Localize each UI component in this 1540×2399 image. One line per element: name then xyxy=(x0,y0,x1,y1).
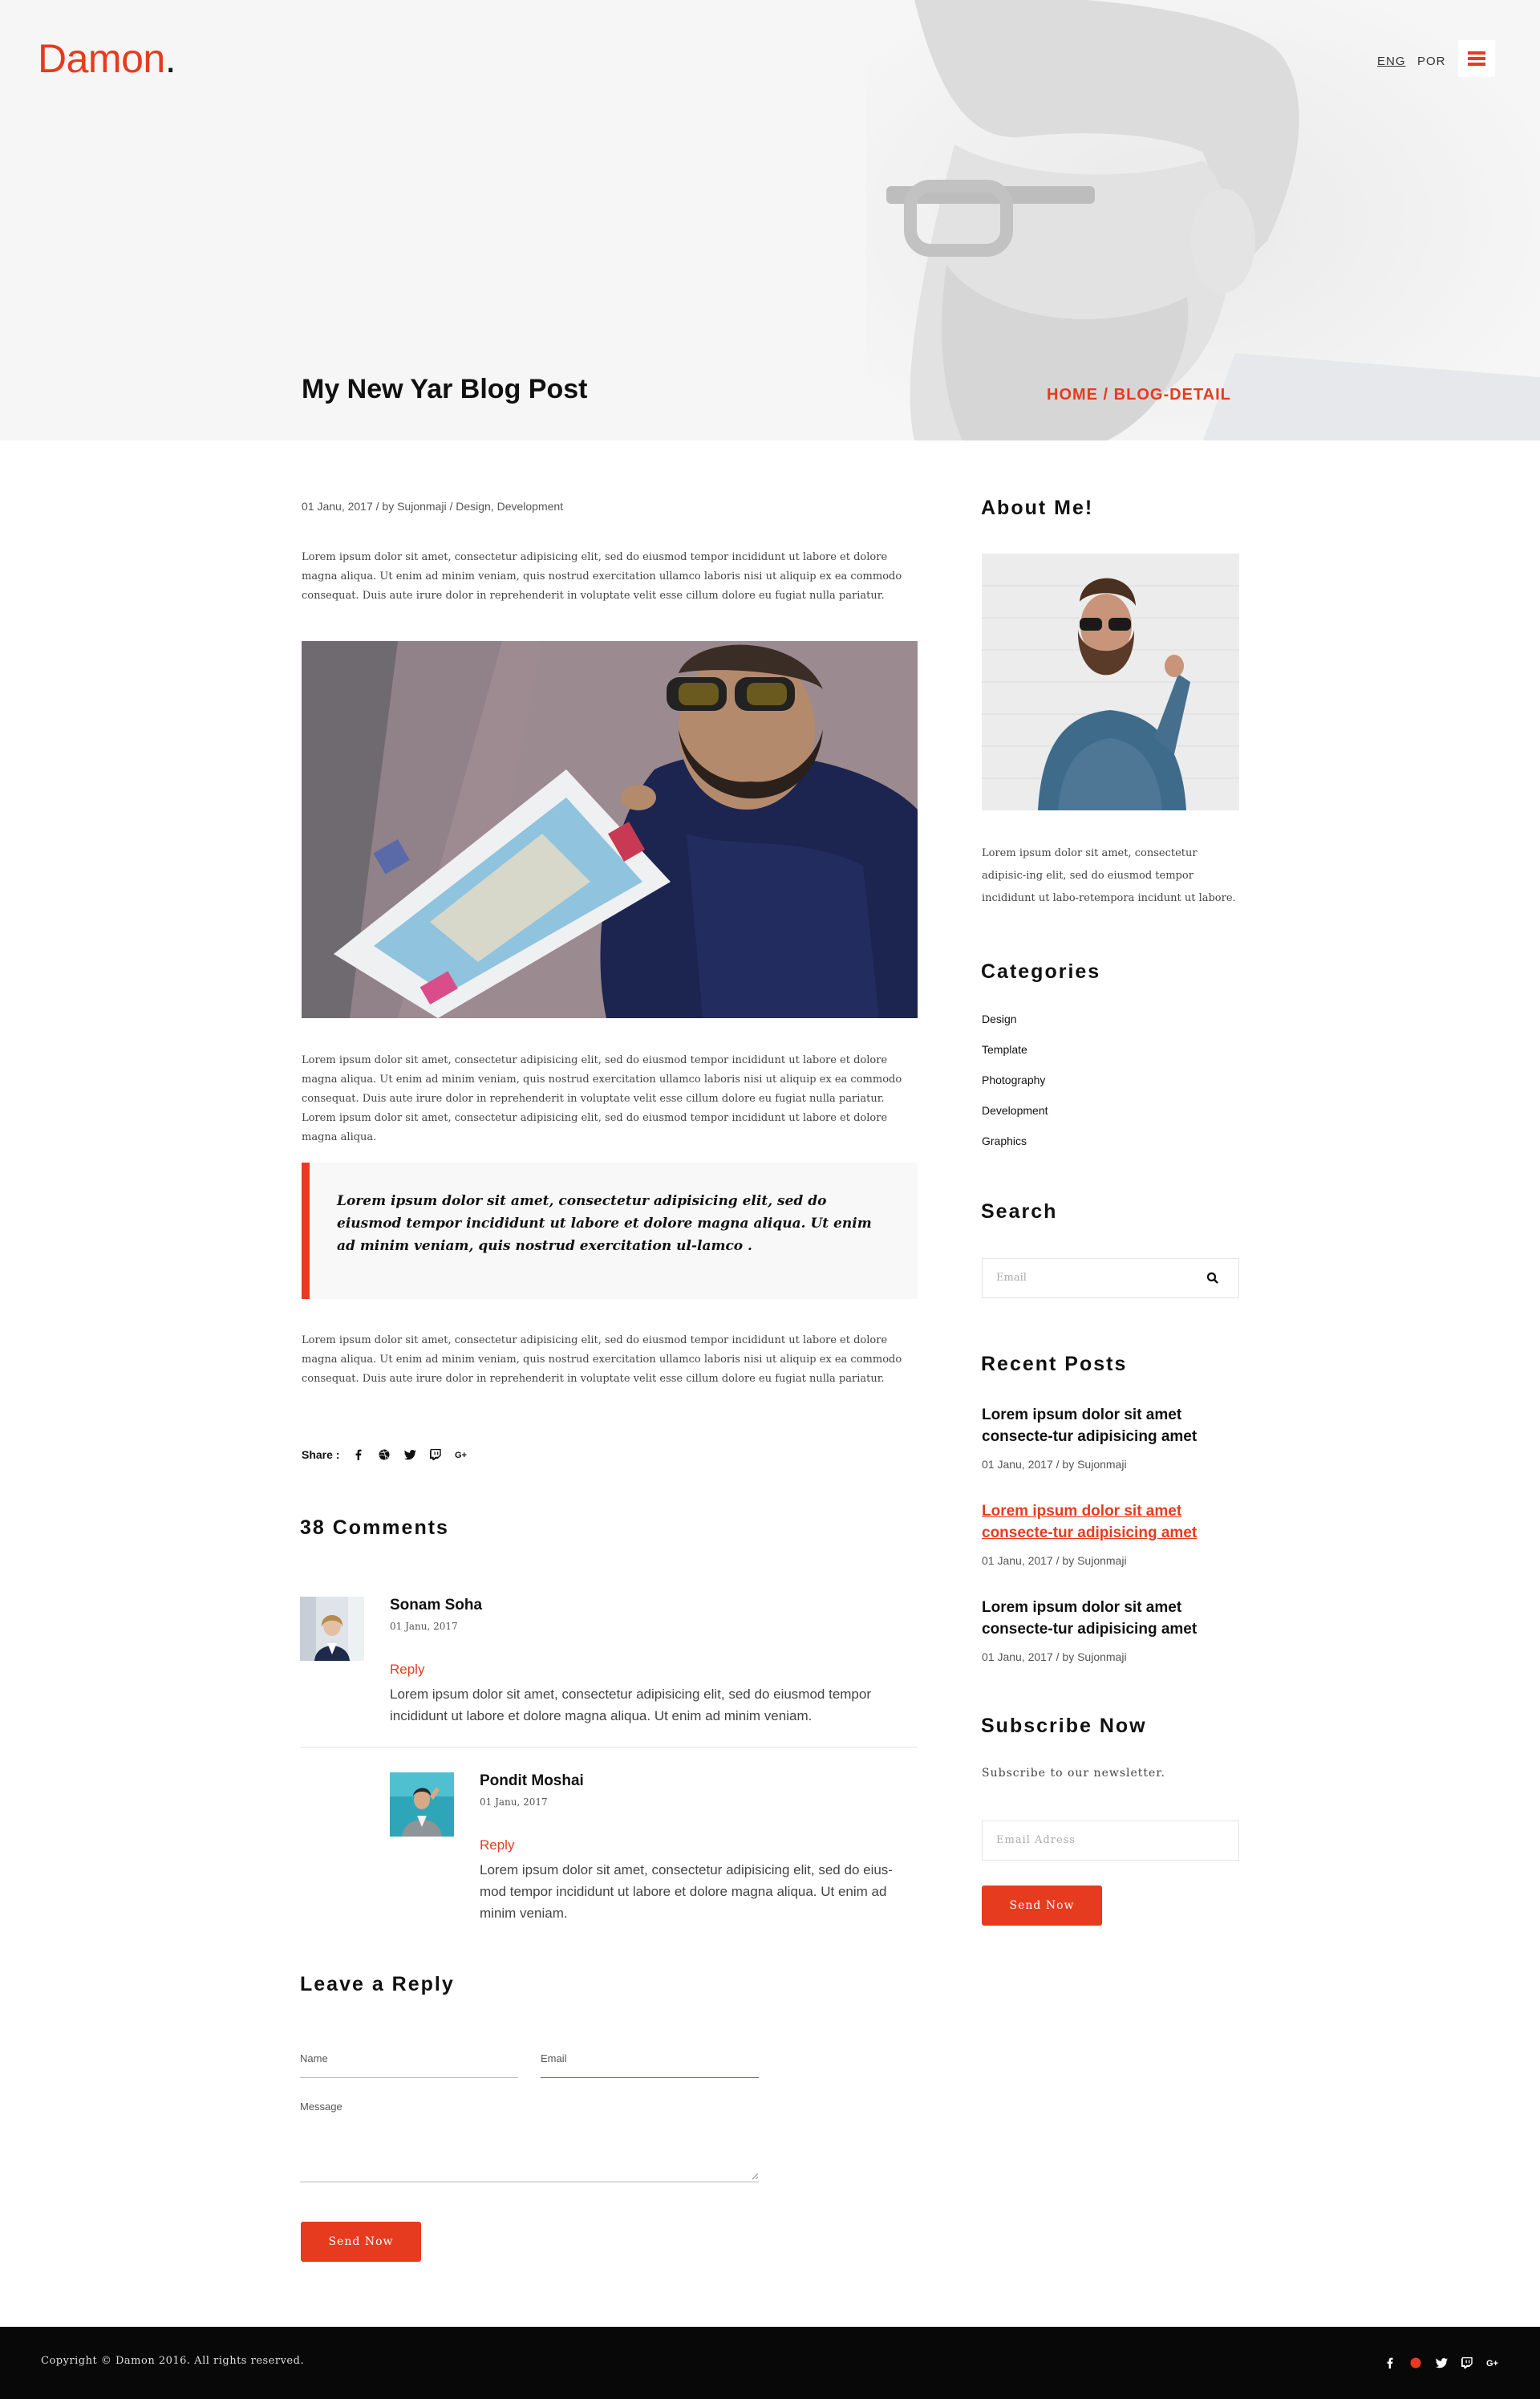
recent-post-meta: 01 Janu, 2017 / by Sujonmaji xyxy=(982,1458,1127,1471)
reply-link[interactable]: Reply xyxy=(390,1662,424,1678)
hamburger-menu-icon[interactable] xyxy=(1458,40,1495,77)
category-link[interactable]: Photography xyxy=(982,1074,1045,1086)
name-field[interactable] xyxy=(300,2077,518,2078)
email-field-label: Email xyxy=(541,2052,567,2064)
subscribe-text: Subscribe to our newsletter. xyxy=(982,1767,1165,1780)
name-field-label: Name xyxy=(300,2052,328,2064)
commenter-avatar xyxy=(300,1597,364,1661)
share-bar: Share : G+ xyxy=(302,1448,468,1461)
twitter-icon[interactable] xyxy=(1435,2356,1448,2369)
svg-text:G+: G+ xyxy=(455,1451,467,1459)
comment-text: Lorem ipsum dolor sit amet, consectetur … xyxy=(480,1862,893,1921)
subscribe-title: Subscribe Now xyxy=(981,1715,1147,1737)
post-intro-text: Lorem ipsum dolor sit amet, consectetur … xyxy=(302,551,902,602)
email-field[interactable] xyxy=(541,2077,759,2078)
search-placeholder: Email xyxy=(996,1272,1027,1284)
comment-date: 01 Janu, 2017 xyxy=(390,1621,458,1632)
dribbble-icon[interactable] xyxy=(1409,2356,1422,2369)
recent-post-meta: 01 Janu, 2017 / by Sujonmaji xyxy=(982,1650,1127,1663)
category-link[interactable]: Template xyxy=(982,1043,1027,1056)
comment-item: Pondit Moshai 01 Janu, 2017 Reply Lorem … xyxy=(390,1772,918,1925)
twitch-icon[interactable] xyxy=(429,1448,442,1461)
commenter-avatar xyxy=(390,1772,454,1837)
send-comment-button[interactable]: Send Now xyxy=(301,2222,421,2262)
post-blockquote: Lorem ipsum dolor sit amet, consectetur … xyxy=(302,1163,918,1299)
twitter-icon[interactable] xyxy=(403,1448,416,1461)
svg-text:G+: G+ xyxy=(1486,2359,1498,2368)
category-link[interactable]: Design xyxy=(982,1013,1017,1025)
page-title: My New Yar Blog Post xyxy=(302,374,588,404)
recent-post-meta: 01 Janu, 2017 / by Sujonmaji xyxy=(982,1554,1127,1567)
commenter-name: Pondit Moshai xyxy=(480,1772,584,1789)
post-meta: 01 Janu, 2017 / by Sujonmaji / Design, D… xyxy=(302,500,564,513)
language-eng-link[interactable]: ENG xyxy=(1377,55,1406,68)
facebook-icon[interactable] xyxy=(352,1448,365,1461)
hero-banner: Damon. ENG POR My New Yar Blog Post HOME… xyxy=(0,0,1540,440)
recent-post-link[interactable]: Lorem ipsum dolor sit amet consecte-tur … xyxy=(982,1500,1242,1544)
about-me-text: Lorem ipsum dolor sit amet, consectetur … xyxy=(982,847,1236,904)
category-link[interactable]: Graphics xyxy=(982,1135,1027,1147)
commenter-name: Sonam Soha xyxy=(390,1597,483,1614)
subscribe-email-input[interactable]: Email Adress xyxy=(982,1821,1239,1861)
google-plus-icon[interactable]: G+ xyxy=(455,1448,468,1461)
subscribe-button[interactable]: Send Now xyxy=(982,1886,1102,1926)
google-plus-icon[interactable]: G+ xyxy=(1486,2356,1499,2369)
share-label: Share : xyxy=(302,1448,340,1461)
message-field-label: Message xyxy=(300,2101,342,2113)
post-featured-image xyxy=(302,641,918,1018)
subscribe-placeholder: Email Adress xyxy=(996,1834,1076,1846)
recent-post-link[interactable]: Lorem ipsum dolor sit amet consecte-tur … xyxy=(982,1404,1242,1447)
search-title: Search xyxy=(981,1200,1058,1223)
dribbble-icon[interactable] xyxy=(378,1448,391,1461)
recent-posts-title: Recent Posts xyxy=(981,1353,1128,1375)
search-icon[interactable] xyxy=(1206,1272,1219,1285)
breadcrumb[interactable]: HOME / BLOG-DETAIL xyxy=(1047,386,1231,404)
post-body-text: Lorem ipsum dolor sit amet, consectetur … xyxy=(302,1054,902,1143)
language-por-link[interactable]: POR xyxy=(1417,55,1446,68)
comment-item: Sonam Soha 01 Janu, 2017 Reply Lorem ips… xyxy=(300,1597,918,1733)
site-logo[interactable]: Damon. xyxy=(38,35,176,82)
reply-link[interactable]: Reply xyxy=(480,1837,514,1853)
search-input[interactable]: Email xyxy=(982,1258,1239,1298)
comment-date: 01 Janu, 2017 xyxy=(480,1796,548,1808)
about-me-photo xyxy=(982,554,1239,810)
footer-social-links: G+ xyxy=(1384,2356,1499,2369)
facebook-icon[interactable] xyxy=(1384,2356,1396,2369)
site-footer: Copyright © Damon 2016. All rights reser… xyxy=(0,2327,1540,2399)
comments-title: 38 Comments xyxy=(300,1516,449,1539)
twitch-icon[interactable] xyxy=(1461,2356,1473,2369)
leave-reply-title: Leave a Reply xyxy=(300,1973,455,1995)
resize-handle-icon[interactable] xyxy=(751,2172,759,2180)
copyright-text: Copyright © Damon 2016. All rights reser… xyxy=(41,2355,305,2367)
post-outro-text: Lorem ipsum dolor sit amet, consectetur … xyxy=(302,1334,902,1385)
category-link[interactable]: Development xyxy=(982,1104,1048,1117)
comment-text: Lorem ipsum dolor sit amet, consectetur … xyxy=(390,1687,872,1723)
recent-post-link[interactable]: Lorem ipsum dolor sit amet consecte-tur … xyxy=(982,1597,1242,1640)
about-me-title: About Me! xyxy=(981,497,1094,519)
categories-title: Categories xyxy=(981,960,1101,983)
